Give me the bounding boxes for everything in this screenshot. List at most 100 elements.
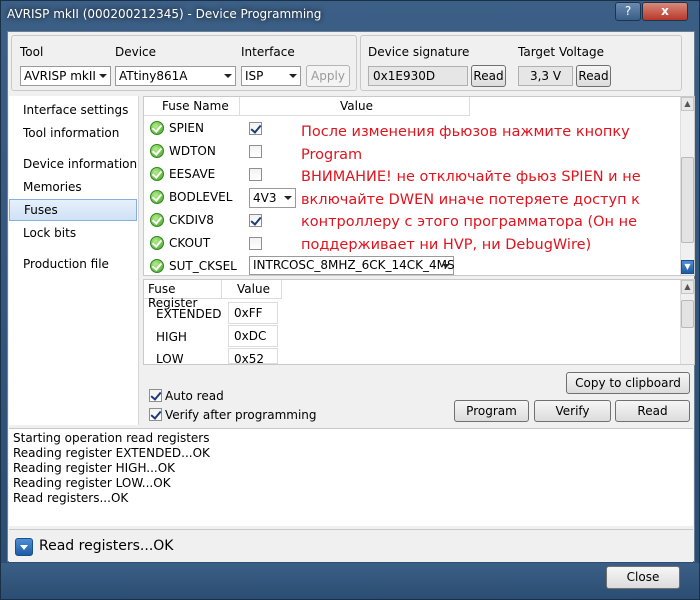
fuse-row-wdton: WDTON [144,140,304,163]
chevron-down-icon [442,264,450,268]
voltage-value: 3,3 V [518,66,573,86]
window-close-button[interactable]: x [642,2,688,21]
status-bar: Read registers...OK [9,529,693,562]
interface-label: Interface [241,45,295,59]
chevron-down-icon [289,74,297,78]
scroll-down-icon[interactable]: ▼ [681,260,694,274]
verify-after-programming-label: Verify after programming [165,408,317,422]
tool-label: Tool [20,45,44,59]
fuse-name: CKDIV8 [169,213,214,227]
fuse-row-ckout: CKOUT [144,232,304,255]
verify-after-programming-checkbox[interactable] [149,408,162,421]
fuse-name: EESAVE [169,167,216,181]
program-button[interactable]: Program [454,400,529,422]
client-area: Tool AVRISP mkII Device ATtiny861A Inter… [7,31,695,562]
fuse-ckdiv8-checkbox[interactable] [249,214,262,227]
device-label: Device [115,45,157,59]
sidebar-item-lock-bits[interactable]: Lock bits [9,223,137,245]
sidebar-item-tool-information[interactable]: Tool information [9,123,137,145]
log-line: Reading register LOW...OK [13,476,171,490]
register-name: LOW [156,352,184,366]
scroll-up-icon[interactable]: ▲ [681,280,694,294]
fuse-scrollbar[interactable]: ▲ ▼ [680,97,694,275]
ok-check-icon [150,213,164,227]
tool-select-value: AVRISP mkII [24,69,96,83]
register-extended-input[interactable]: 0xFF [228,302,278,324]
help-button[interactable]: ? [615,2,641,21]
sidebar-item-fuses[interactable]: Fuses [9,199,137,221]
window-footer: Close [1,563,699,599]
verify-button[interactable]: Verify [534,400,611,422]
log-line: Reading register HIGH...OK [13,461,176,475]
tool-select[interactable]: AVRISP mkII [20,66,111,86]
sidebar-item-device-information[interactable]: Device information [9,154,137,176]
expand-log-icon[interactable] [15,538,33,556]
status-text: Read registers...OK [39,538,174,554]
fuse-name: SPIEN [169,121,204,135]
title-bar: AVRISP mkII (000200212345) - Device Prog… [1,1,699,29]
scroll-up-icon[interactable]: ▲ [681,97,694,111]
scroll-thumb[interactable] [681,300,694,328]
interface-select[interactable]: ISP [241,66,301,86]
fuse-name: WDTON [169,144,216,158]
fuse-row-ckdiv8: CKDIV8 [144,209,304,232]
close-button[interactable]: Close [606,566,680,589]
chevron-down-icon [224,74,232,78]
auto-read-checkbox[interactable] [149,389,162,402]
fuse-row-spien: SPIEN [144,117,304,140]
log-line: Reading register EXTENDED...OK [13,446,210,460]
fuse-row-eesave: EESAVE [144,163,304,186]
interface-select-value: ISP [245,69,264,83]
device-select-value: ATtiny861A [119,69,188,83]
ok-check-icon [150,121,164,135]
fuse-ckout-checkbox[interactable] [249,237,262,250]
fuse-spien-checkbox[interactable] [249,122,262,135]
register-name: HIGH [156,330,187,344]
signature-label: Device signature [368,45,470,59]
device-programming-window: AVRISP mkII (000200212345) - Device Prog… [0,0,700,600]
voltage-label: Target Voltage [518,45,604,59]
register-low-input[interactable]: 0x52 [228,348,278,366]
voltage-read-button[interactable]: Read [576,65,611,87]
register-high-input[interactable]: 0xDC [228,325,278,347]
fuse-name: SUT_CKSEL [169,259,237,273]
fuse-wdton-checkbox[interactable] [249,145,262,158]
fuse-sut-cksel-select[interactable]: INTRCOSC_8MHZ_6CK_14CK_4MS [249,256,455,275]
fuse-sut-cksel-value: INTRCOSC_8MHZ_6CK_14CK_4MS [253,258,455,272]
ok-check-icon [150,144,164,158]
log-line: Starting operation read registers [13,431,210,445]
fuse-table: Fuse Name Value SPIEN WDTON EESAVE BODLE… [143,96,695,276]
ok-check-icon [150,167,164,181]
sidebar: Interface settings Tool information Devi… [9,96,139,425]
chevron-down-icon [284,196,292,200]
warning-note: После изменения фьюзов нажмите кнопку Pr… [301,124,641,253]
signature-value: 0x1E930D [368,66,468,86]
register-scrollbar[interactable]: ▲ [680,280,694,364]
fuse-eesave-checkbox[interactable] [249,168,262,181]
copy-to-clipboard-button[interactable]: Copy to clipboard [566,372,690,394]
tool-device-group: Tool AVRISP mkII Device ATtiny861A Inter… [11,35,357,91]
apply-button[interactable]: Apply [306,65,350,87]
device-select[interactable]: ATtiny861A [115,66,236,86]
fuse-value-header: Value [240,97,470,116]
sidebar-item-memories[interactable]: Memories [9,177,137,199]
signature-voltage-group: Device signature 0x1E930D Read Target Vo… [360,35,682,91]
ok-check-icon [150,236,164,250]
signature-read-button[interactable]: Read [471,65,506,87]
fuse-name: BODLEVEL [169,190,233,204]
scroll-thumb[interactable] [681,157,694,243]
chevron-down-icon [99,74,107,78]
ok-check-icon [150,259,164,273]
read-button[interactable]: Read [615,400,690,422]
register-table: Fuse Register Value EXTENDED 0xFF HIGH 0… [143,279,695,366]
fuse-bodlevel-select[interactable]: 4V3 [249,188,296,208]
sidebar-item-interface-settings[interactable]: Interface settings [9,100,137,122]
log-line: Read registers...OK [13,491,129,505]
register-name-header: Fuse Register [144,280,222,310]
ok-check-icon [150,190,164,204]
sidebar-item-production-file[interactable]: Production file [9,254,137,276]
fuse-bodlevel-value: 4V3 [253,191,277,205]
window-title: AVRISP mkII (000200212345) - Device Prog… [7,7,322,21]
auto-read-label: Auto read [165,389,224,403]
register-name: EXTENDED [156,307,222,321]
